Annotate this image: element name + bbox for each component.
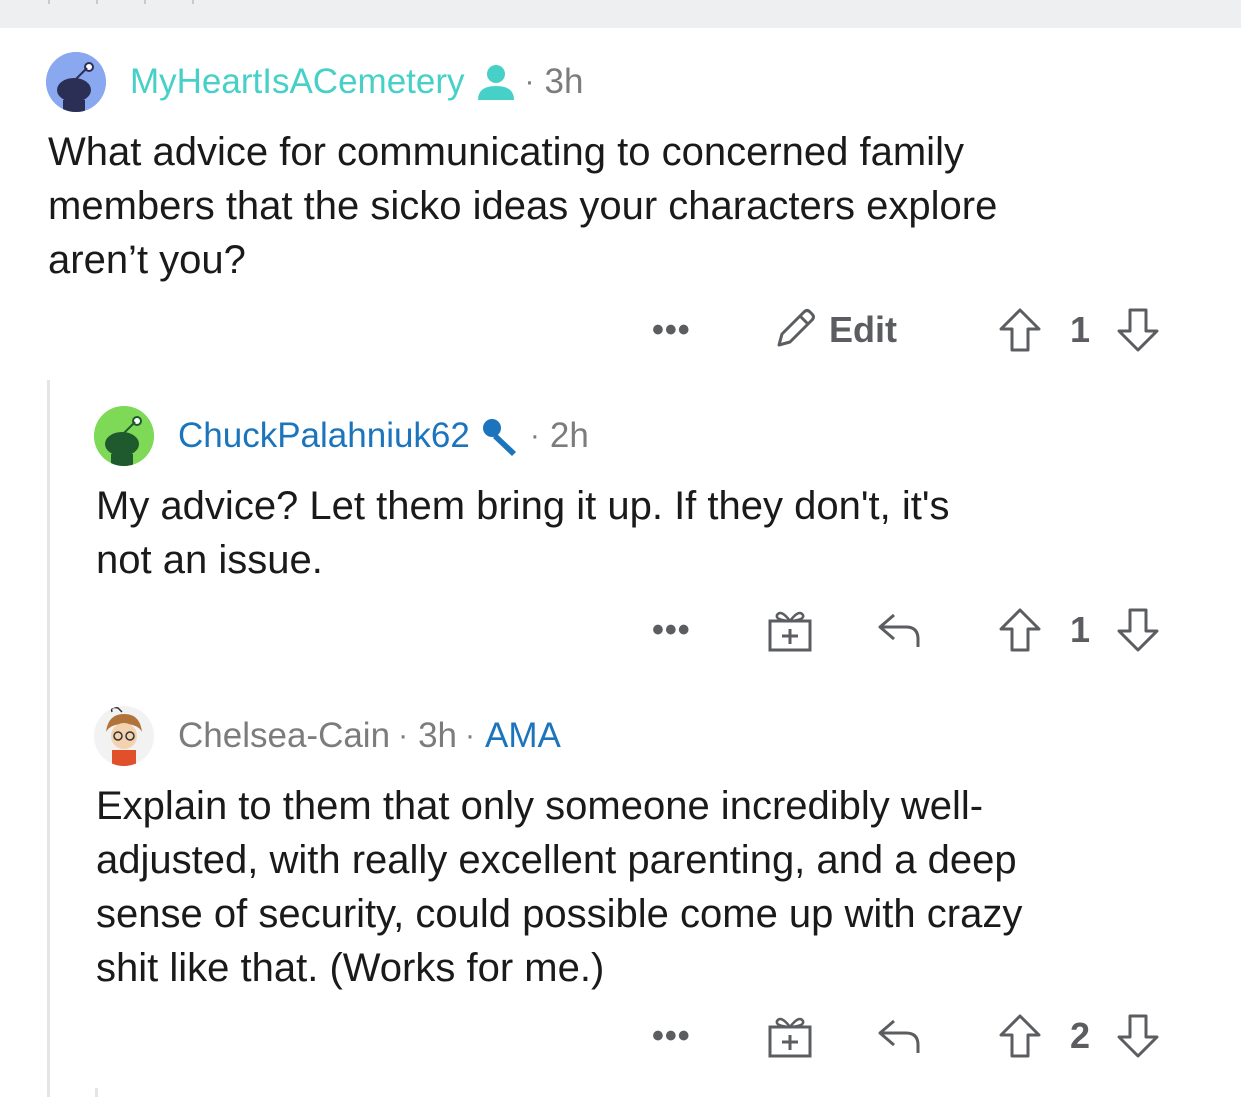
downvote-arrow-icon	[1117, 308, 1159, 352]
avatar[interactable]	[94, 406, 154, 466]
edit-button[interactable]: Edit	[773, 300, 897, 360]
separator-dot: ·	[465, 719, 475, 752]
comment-actions: ••• 1	[640, 600, 1200, 660]
comment-timestamp: 2h	[549, 416, 589, 455]
separator-dot: ·	[524, 65, 535, 98]
reply-arrow-icon	[878, 1019, 920, 1053]
downvote-arrow-icon	[1117, 608, 1159, 652]
thread-collapse-line[interactable]	[47, 380, 50, 1097]
top-divider-bar	[0, 0, 1241, 28]
vote-score: 1	[1070, 609, 1091, 650]
reply-button[interactable]	[876, 1006, 922, 1066]
edit-label: Edit	[829, 309, 897, 350]
separator-dot: ·	[398, 719, 409, 752]
upvote-arrow-icon	[999, 608, 1041, 652]
more-options-button[interactable]: •••	[652, 600, 691, 660]
comment-header: ChuckPalahniuk62 · 2h	[94, 404, 589, 468]
ama-tag: AMA	[485, 716, 561, 755]
upvote-arrow-icon	[999, 308, 1041, 352]
comment-header: Chelsea-Cain · 3h · AMA	[94, 704, 561, 768]
more-options-button[interactable]: •••	[652, 1006, 691, 1066]
separator-dot: ·	[529, 419, 540, 452]
gift-icon	[768, 1017, 812, 1058]
gift-icon	[768, 611, 812, 652]
username-link[interactable]: MyHeartIsACemetery	[130, 62, 465, 102]
thread-collapse-line-nested[interactable]	[95, 1088, 98, 1097]
upvote-button[interactable]	[998, 600, 1042, 660]
more-options-button[interactable]: •••	[652, 300, 691, 360]
comment-body: Explain to them that only someone incred…	[96, 784, 1023, 990]
award-button[interactable]	[767, 600, 813, 660]
award-button[interactable]	[767, 1006, 813, 1066]
pencil-icon	[773, 305, 819, 356]
comment-body: My advice? Let them bring it up. If they…	[96, 484, 950, 582]
upvote-arrow-icon	[999, 1014, 1041, 1058]
upvote-button[interactable]	[998, 300, 1042, 360]
downvote-button[interactable]	[1116, 1006, 1160, 1066]
username-link[interactable]: ChuckPalahniuk62	[178, 416, 470, 456]
comment-header: MyHeartIsACemetery · 3h	[46, 50, 583, 114]
vote-score: 2	[1070, 1015, 1091, 1056]
downvote-button[interactable]	[1116, 300, 1160, 360]
avatar[interactable]	[94, 706, 154, 766]
comment-body: What advice for communicating to concern…	[48, 130, 998, 282]
username-link[interactable]: Chelsea-Cain	[178, 716, 390, 756]
comment-timestamp: 3h	[418, 716, 457, 755]
microphone-icon	[480, 416, 522, 456]
user-silhouette-icon	[475, 62, 517, 102]
avatar[interactable]	[46, 52, 106, 112]
comment-timestamp: 3h	[544, 62, 584, 101]
comment-actions: ••• Edit 1	[640, 300, 1200, 360]
vote-score: 1	[1070, 309, 1091, 350]
upvote-button[interactable]	[998, 1006, 1042, 1066]
downvote-arrow-icon	[1117, 1014, 1159, 1058]
reply-arrow-icon	[878, 613, 920, 647]
downvote-button[interactable]	[1116, 600, 1160, 660]
reply-button[interactable]	[876, 600, 922, 660]
comment-actions: ••• 2	[640, 1006, 1200, 1066]
